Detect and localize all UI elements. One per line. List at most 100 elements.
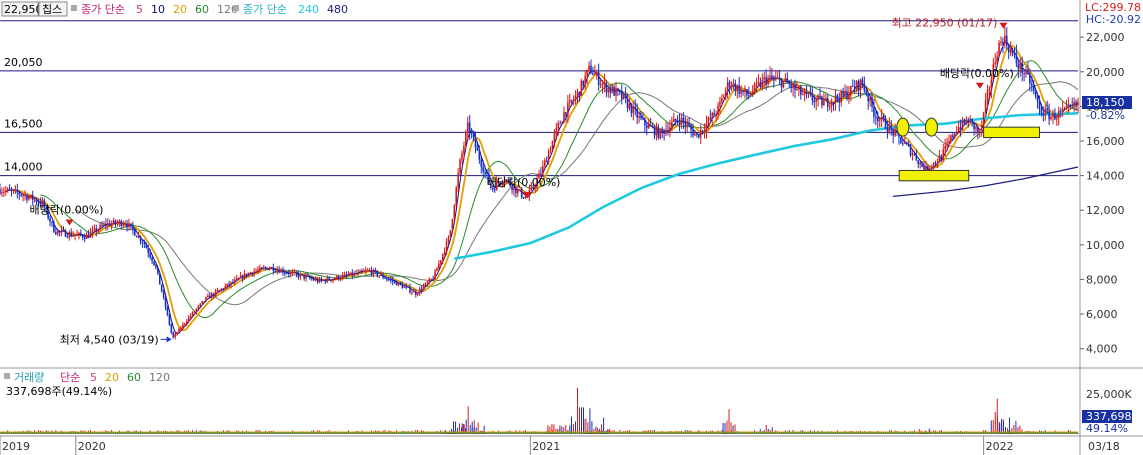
candle-body: [185, 321, 188, 324]
candle-body: [744, 89, 746, 92]
candle-body: [882, 116, 885, 119]
stock-chart[interactable]: 20,050 16,500 14,000 4,000 6,000 8,000 10,000…: [0, 0, 1143, 455]
candle-body: [216, 290, 219, 292]
candle-body: [12, 190, 15, 192]
candle-body: [805, 91, 808, 94]
time-axis-label: 2021: [532, 440, 560, 453]
candle-body: [915, 154, 918, 161]
price-axis-label: 4,000: [1086, 343, 1118, 356]
candle-body: [609, 87, 612, 93]
candle-body: [178, 328, 180, 333]
candle-body: [197, 305, 200, 309]
candle-body: [967, 120, 970, 123]
candle-body: [257, 269, 259, 271]
candle-body: [578, 91, 581, 96]
candle-body: [877, 117, 879, 122]
candle-body: [867, 94, 869, 102]
volume-last-value: 337,698주(49.14%): [6, 385, 112, 398]
candle-body: [93, 228, 96, 231]
candle-body: [409, 287, 411, 293]
candle-body: [184, 323, 186, 325]
candle-body: [110, 223, 113, 226]
candle-body: [303, 274, 305, 279]
candle-body: [1075, 101, 1077, 105]
candle-body: [295, 271, 298, 274]
candle-body: [103, 223, 105, 226]
candle-body: [871, 97, 873, 107]
current-price: 18,150: [1086, 96, 1125, 109]
candle-body: [703, 130, 706, 132]
candle-body: [226, 283, 228, 287]
candle-body: [607, 87, 610, 93]
candle-body: [311, 278, 313, 280]
candle-body: [676, 121, 679, 123]
legend-marker-icon: [4, 373, 10, 379]
candle-body: [892, 129, 894, 136]
price-ma-label: 종가 단순: [81, 3, 125, 16]
candle-body: [861, 79, 864, 84]
candle-body: [245, 273, 248, 276]
stock-code-text: 22,950: [4, 3, 43, 16]
candle-body: [108, 222, 111, 226]
candle-body: [834, 95, 837, 103]
candle-body: [158, 273, 161, 285]
candle-body: [20, 194, 22, 196]
current-change: -0.82%: [1086, 109, 1125, 122]
candle-body: [542, 166, 544, 175]
candle-body: [83, 237, 86, 239]
candle-body: [1044, 108, 1047, 116]
candle-body: [101, 225, 103, 227]
candle-body: [332, 279, 334, 281]
candle-body: [869, 97, 871, 102]
candle-body: [380, 274, 382, 276]
candle-body: [667, 129, 669, 133]
candle-body: [518, 189, 521, 191]
candle-body: [280, 269, 282, 273]
candle-body: [592, 73, 594, 75]
candle-body: [326, 277, 329, 282]
candle-body: [268, 268, 271, 270]
candle-body: [468, 122, 471, 133]
candle-body: [982, 112, 985, 125]
candle-body: [397, 282, 400, 286]
candle-body: [434, 271, 436, 280]
dividend-annotation: 배당락(0.00%): [487, 176, 561, 189]
legend-marker-icon: [233, 5, 239, 11]
candle-body: [811, 94, 814, 101]
candle-body: [890, 124, 893, 130]
candle-body: [647, 124, 650, 129]
candle-body: [678, 121, 681, 124]
candle-body: [105, 223, 107, 226]
candle-body: [382, 274, 384, 278]
candle-body: [595, 72, 598, 74]
candle-body: [1017, 63, 1020, 69]
candle-body: [817, 95, 819, 100]
candle-body: [980, 124, 983, 131]
candle-body: [228, 283, 230, 286]
candle-body: [151, 257, 153, 262]
hc-value: HC:-20.92: [1086, 13, 1141, 26]
candle-body: [796, 88, 798, 90]
candle-body: [719, 101, 721, 106]
candle-body: [386, 278, 388, 280]
candle-body: [187, 317, 190, 322]
candle-body: [634, 106, 637, 110]
candle-body: [996, 56, 998, 63]
candle-body: [828, 106, 831, 108]
candle-body: [859, 79, 862, 91]
candle-body: [85, 234, 88, 239]
candle-body: [426, 282, 429, 284]
candle-body: [384, 277, 386, 279]
candle-body: [801, 94, 804, 96]
candle-body: [1009, 49, 1012, 53]
candle-body: [565, 112, 567, 116]
candle-body: [139, 236, 142, 242]
candle-body: [1065, 105, 1068, 108]
candle-body: [761, 79, 764, 88]
candle-body: [963, 119, 966, 124]
horizontal-line-label: 14,000: [4, 161, 43, 174]
candle-body: [680, 117, 683, 124]
candle-body: [642, 118, 644, 120]
candle-body: [952, 135, 954, 138]
candle-body: [120, 221, 123, 226]
